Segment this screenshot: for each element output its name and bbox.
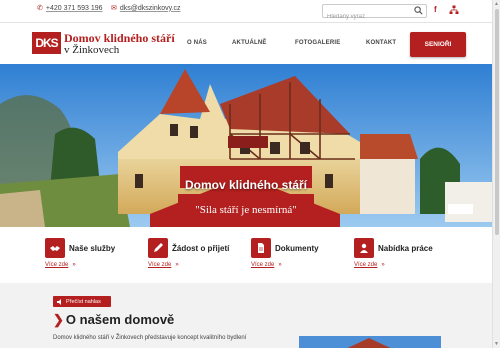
phone-contact[interactable]: ✆ +420 371 593 196 [37,4,103,13]
scroll-down-arrow[interactable]: ▼ [494,341,499,347]
service-zadost-o-prijeti[interactable]: Žádost o přijetí Více zde» [148,238,248,278]
read-aloud-label: Přečíst nahlas [66,298,101,305]
scroll-up-arrow[interactable]: ▲ [494,1,499,7]
pencil-icon [148,238,168,258]
logo-subtitle[interactable]: v Žinkovech [64,44,119,56]
speaker-icon [57,298,61,305]
phone-number[interactable]: +420 371 593 196 [46,5,103,12]
chevron-right-icon: ❯ [53,312,64,327]
email-address[interactable]: dks@dkszinkovy.cz [120,5,181,12]
service-title[interactable]: Nabídka práce [378,244,433,253]
logo-mark[interactable]: DKS [32,32,61,54]
about-image [299,336,441,348]
hero-subtitle: "Sila stáří je nesmírná" [195,204,297,216]
service-nabidka-prace[interactable]: Nabídka práce Více zde» [354,238,454,278]
about-title-text: O našem domově [65,312,175,327]
page-scrollbar[interactable]: ▲ ▼ [492,0,500,348]
read-aloud-button[interactable]: Přečíst nahlas [53,296,111,307]
about-heading: ❯ O našem domově [53,312,174,328]
nav-button-seniori[interactable]: SENIOŘI [410,32,466,57]
sitemap-icon[interactable] [449,5,459,15]
service-title[interactable]: Dokumenty [275,244,319,253]
about-text: Domov klidného stáří v Žinkovech předsta… [53,335,247,341]
document-icon [251,238,271,258]
about-section: Přečíst nahlas ❯ O našem domově Domov kli… [0,283,492,348]
service-link[interactable]: Více zde» [45,262,76,268]
service-link[interactable]: Více zde» [251,262,282,268]
nav-item-aktualne[interactable]: AKTUÁLNĚ [232,40,267,46]
handshake-icon [45,238,65,258]
worker-icon [354,238,374,258]
hero-image [0,64,492,227]
hero-title: Domov klidného stáří [184,178,308,192]
chevron-right-icon: » [278,262,282,268]
envelope-icon: ✉ [111,5,117,12]
phone-icon: ✆ [37,5,43,12]
chevron-right-icon: » [72,262,76,268]
service-link[interactable]: Více zde» [148,262,179,268]
service-dokumenty[interactable]: Dokumenty Více zde» [251,238,351,278]
service-link[interactable]: Více zde» [354,262,385,268]
chevron-right-icon: » [381,262,385,268]
service-title[interactable]: Žádost o přijetí [172,244,229,253]
hero-banner: Domov klidného stáří "Sila stáří je nesm… [0,64,492,227]
email-contact[interactable]: ✉ dks@dkszinkovy.cz [111,4,181,13]
facebook-icon[interactable]: f [434,5,437,14]
top-bar: ✆ +420 371 593 196 ✉ dks@dkszinkovy.cz f [0,0,492,23]
services-strip: Naše služby Více zde» Žádost o přijetí V… [0,227,492,283]
nav-item-kontakt[interactable]: KONTAKT [366,40,396,46]
site-header: DKS Domov klidného stáří v Žinkovech O N… [0,22,492,64]
service-nase-sluzby[interactable]: Naše služby Více zde» [45,238,145,278]
search-box [322,4,427,23]
chevron-right-icon: » [175,262,179,268]
nav-item-fotogalerie[interactable]: FOTOGALERIE [295,40,340,46]
search-icon[interactable] [414,6,423,15]
nav-item-o-nas[interactable]: O NÁS [187,40,207,46]
scroll-thumb[interactable] [495,9,499,235]
service-title[interactable]: Naše služby [69,244,115,253]
